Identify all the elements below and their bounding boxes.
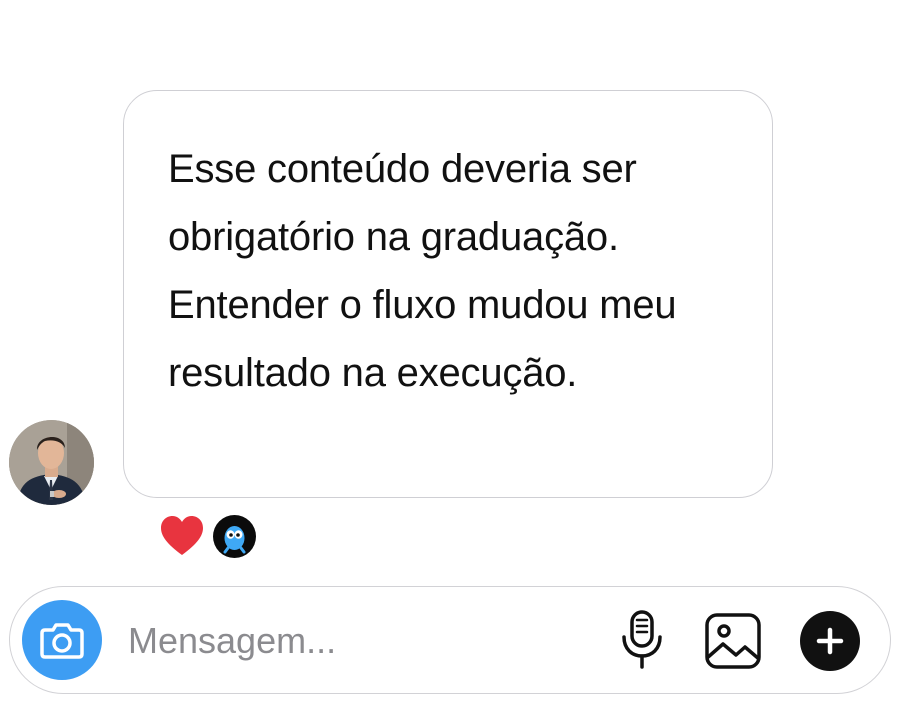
message-bubble[interactable]: Esse conteúdo deveria ser obrigatório na… bbox=[123, 90, 773, 498]
message-line: Entender o fluxo mudou meu bbox=[168, 283, 677, 327]
heart-icon bbox=[161, 516, 203, 555]
message-composer bbox=[9, 586, 891, 694]
camera-icon bbox=[40, 623, 84, 659]
message-input[interactable] bbox=[128, 613, 558, 669]
chat-screen: Esse conteúdo deveria ser obrigatório na… bbox=[0, 0, 900, 720]
gallery-button[interactable] bbox=[703, 611, 763, 671]
microphone-icon bbox=[622, 610, 662, 669]
avatar-photo bbox=[9, 420, 94, 505]
more-button[interactable] bbox=[800, 611, 860, 671]
heart-reaction[interactable] bbox=[160, 515, 204, 557]
message-line: Esse conteúdo deveria ser bbox=[168, 147, 637, 191]
bot-reaction[interactable] bbox=[213, 515, 256, 558]
camera-button[interactable] bbox=[22, 600, 102, 680]
avatar[interactable] bbox=[9, 420, 94, 505]
image-icon bbox=[705, 613, 761, 669]
message-line: obrigatório na graduação. bbox=[168, 215, 619, 259]
plus-icon bbox=[816, 627, 844, 655]
bot-emoji-icon bbox=[213, 515, 256, 558]
microphone-button[interactable] bbox=[616, 609, 668, 671]
message-line: resultado na execução. bbox=[168, 351, 578, 395]
